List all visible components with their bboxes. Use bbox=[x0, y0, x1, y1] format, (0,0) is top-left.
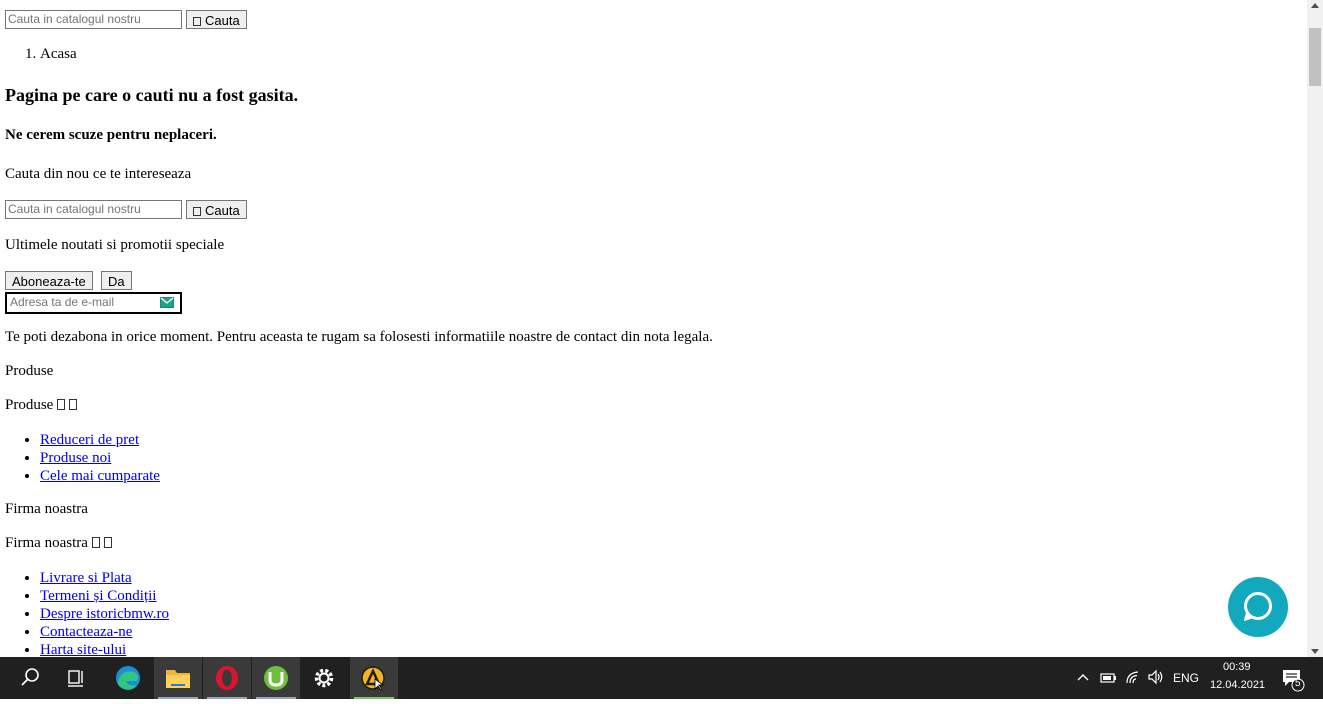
list-item: Despre istoricbmw.ro bbox=[40, 605, 169, 623]
battery-icon[interactable] bbox=[1099, 671, 1117, 685]
task-view-icon bbox=[68, 670, 83, 687]
chat-bubble-icon bbox=[1244, 592, 1272, 621]
file-explorer-icon bbox=[166, 670, 190, 688]
scroll-down-icon[interactable] bbox=[1311, 649, 1319, 654]
page-subtitle: Ne cerem scuze pentru neplaceri. bbox=[5, 127, 217, 143]
taskbar-utorrent[interactable] bbox=[252, 657, 300, 699]
list-item: Reduceri de pret bbox=[40, 431, 160, 449]
link-harta[interactable]: Harta site-ului bbox=[40, 642, 126, 657]
link-reduceri[interactable]: Reduceri de pret bbox=[40, 432, 139, 448]
opera-icon bbox=[216, 666, 238, 690]
company-toggle[interactable]: Firma noastra bbox=[5, 535, 112, 552]
chat-button[interactable] bbox=[1228, 577, 1288, 637]
link-termeni[interactable]: Termeni și Condiții bbox=[40, 588, 156, 604]
notifications-button[interactable]: 5 bbox=[1280, 665, 1308, 693]
breadcrumb: Acasa bbox=[0, 46, 77, 63]
products-title: Produse bbox=[5, 363, 54, 379]
list-item: Harta site-ului bbox=[40, 641, 169, 657]
top-search-button[interactable]: Cauta bbox=[186, 10, 247, 29]
link-livrare[interactable]: Livrare si Plata bbox=[40, 570, 132, 586]
unsubscribe-disclaimer: Te poti dezabona in orice moment. Pentru… bbox=[5, 329, 713, 345]
collapse-icon bbox=[69, 399, 78, 410]
expand-icon bbox=[57, 399, 66, 410]
search-prompt: Cauta din nou ce te intereseaza bbox=[5, 166, 192, 182]
link-contact[interactable]: Contacteaza-ne bbox=[40, 624, 132, 640]
taskbar-search[interactable] bbox=[6, 657, 54, 699]
company-links: Livrare si Plata Termeni și Condiții Des… bbox=[0, 569, 169, 657]
list-item: Cele mai cumparate bbox=[40, 467, 160, 485]
clock-time[interactable]: 00:39 bbox=[1223, 661, 1251, 673]
company-title: Firma noastra bbox=[5, 501, 88, 517]
list-item: Produse noi bbox=[40, 449, 160, 467]
volume-icon[interactable] bbox=[1147, 669, 1165, 685]
taskbar: ENG 00:39 12.04.2021 5 bbox=[0, 657, 1323, 699]
notification-icon bbox=[1283, 670, 1305, 692]
yes-button[interactable]: Da bbox=[101, 271, 132, 290]
notification-count: 5 bbox=[1295, 678, 1301, 689]
link-produse-noi[interactable]: Produse noi bbox=[40, 450, 111, 466]
clock-date[interactable]: 12.04.2021 bbox=[1210, 679, 1265, 691]
products-links: Reduceri de pret Produse noi Cele mai cu… bbox=[0, 431, 160, 485]
search-glyph-icon bbox=[193, 17, 201, 26]
edge-icon bbox=[116, 666, 140, 690]
app-icon bbox=[361, 666, 385, 691]
mid-search-input[interactable]: Cauta in catalogul nostru bbox=[5, 200, 182, 219]
wifi-icon[interactable] bbox=[1125, 669, 1141, 685]
search-icon bbox=[21, 668, 39, 686]
collapse-icon bbox=[103, 537, 112, 548]
top-search-input[interactable]: Cauta in catalogul nostru bbox=[5, 10, 182, 29]
browser-viewport: Cauta in catalogul nostru Cauta Acasa Pa… bbox=[0, 0, 1307, 657]
mail-icon bbox=[160, 297, 174, 308]
settings-icon bbox=[314, 668, 334, 688]
taskbar-task-view[interactable] bbox=[52, 657, 100, 699]
language-indicator[interactable]: ENG bbox=[1173, 671, 1199, 685]
list-item: Contacteaza-ne bbox=[40, 623, 169, 641]
taskbar-file-explorer[interactable] bbox=[154, 657, 202, 699]
taskbar-opera[interactable] bbox=[203, 657, 251, 699]
subscribe-button[interactable]: Aboneaza-te bbox=[5, 271, 93, 290]
scroll-up-icon[interactable] bbox=[1311, 3, 1319, 8]
mid-search-button[interactable]: Cauta bbox=[186, 200, 247, 219]
newsletter-heading: Ultimele noutati si promotii speciale bbox=[5, 237, 225, 253]
expand-icon bbox=[91, 537, 100, 548]
search-glyph-icon bbox=[193, 207, 201, 216]
email-field[interactable]: Adresa ta de e-mail bbox=[5, 292, 182, 314]
email-placeholder: Adresa ta de e-mail bbox=[10, 295, 115, 309]
chevron-up-icon[interactable] bbox=[1076, 670, 1090, 684]
taskbar-settings[interactable] bbox=[300, 657, 348, 699]
taskbar-edge[interactable] bbox=[104, 657, 152, 699]
taskbar-app[interactable] bbox=[350, 657, 398, 699]
link-despre[interactable]: Despre istoricbmw.ro bbox=[40, 606, 169, 622]
utorrent-icon bbox=[264, 666, 288, 690]
list-item: Livrare si Plata bbox=[40, 569, 169, 587]
scroll-thumb[interactable] bbox=[1309, 28, 1321, 86]
link-cele-mai-cumparate[interactable]: Cele mai cumparate bbox=[40, 468, 160, 484]
products-toggle[interactable]: Produse bbox=[5, 397, 78, 414]
list-item: Termeni și Condiții bbox=[40, 587, 169, 605]
vertical-scrollbar[interactable] bbox=[1307, 0, 1323, 657]
page-title: Pagina pe care o cauti nu a fost gasita. bbox=[5, 85, 299, 105]
breadcrumb-item-home[interactable]: Acasa bbox=[40, 46, 77, 63]
